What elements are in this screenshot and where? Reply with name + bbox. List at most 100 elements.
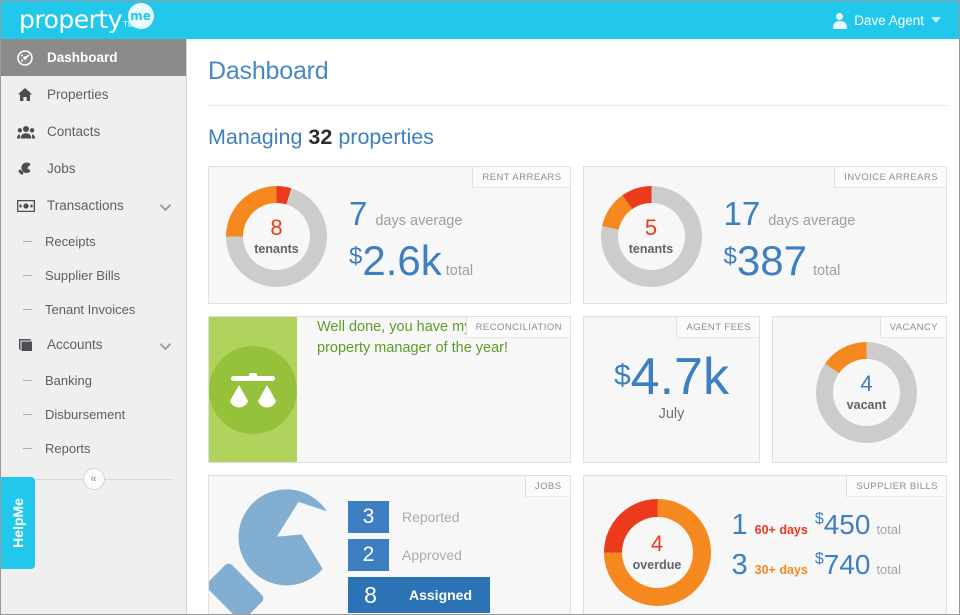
sidebar-subitem-banking[interactable]: Banking: [1, 363, 186, 397]
days-value: 17: [723, 195, 761, 232]
rent-arrears-donut: 8 tenants: [226, 186, 327, 287]
days-label: days average: [375, 213, 463, 229]
card-badge: JOBS: [524, 476, 570, 497]
sidebar-item-properties[interactable]: Properties: [1, 76, 186, 113]
bills-count: 1: [731, 509, 748, 541]
card-badge: SUPPLIER BILLS: [846, 476, 946, 497]
reconciliation-message: Well done, you have my vote for property…: [317, 319, 524, 357]
jobs-rows: 3 Reported 2 Approved 8 Assigned: [348, 501, 491, 614]
bullet-dash-icon: [23, 379, 32, 381]
collapse-left-icon[interactable]: «: [82, 468, 105, 490]
sidebar-item-transactions[interactable]: Transactions: [1, 187, 186, 224]
card-agent-fees[interactable]: AGENT FEES $ 4.7k July: [582, 316, 760, 463]
supplier-bills-lines: 1 60+ days $450 total 3 30+ days $740 to…: [732, 509, 902, 589]
sidebar-subitem-supplier-bills[interactable]: Supplier Bills: [1, 258, 186, 292]
sidebar-subitem-label: Tenant Invoices: [45, 301, 136, 317]
sidebar-item-accounts[interactable]: Accounts: [1, 326, 186, 363]
money-icon: [17, 199, 39, 212]
brand-logo[interactable]: property TM me: [1, 1, 154, 39]
total-label: total: [812, 263, 841, 279]
currency-symbol: $: [613, 359, 631, 392]
rent-arrears-stats: 7 days average $ 2.6k total: [349, 195, 473, 285]
card-invoice-arrears[interactable]: INVOICE ARREARS 5 tenants 17 days averag…: [582, 166, 947, 304]
jobs-count: 3: [348, 501, 389, 533]
sidebar-collapse-row: «: [15, 467, 172, 491]
card-jobs[interactable]: JOBS 3 Reported 2 Approved 8 Assigned: [208, 475, 571, 614]
sidebar-item-contacts[interactable]: Contacts: [1, 113, 186, 150]
invoice-arrears-donut: 5 tenants: [600, 186, 702, 287]
currency-symbol: $: [723, 243, 737, 270]
sidebar-subitem-receipts[interactable]: Receipts: [1, 224, 186, 258]
card-badge: INVOICE ARREARS: [834, 167, 946, 188]
days-value: 7: [349, 195, 368, 232]
card-supplier-bills[interactable]: SUPPLIER BILLS 4 overdue 1 60+ days $450…: [582, 475, 947, 614]
card-badge: RENT ARREARS: [472, 167, 570, 188]
managing-suffix: properties: [338, 125, 434, 149]
bullet-dash-icon: [23, 274, 32, 276]
sidebar-item-jobs[interactable]: Jobs: [1, 150, 186, 187]
fees-period: July: [658, 406, 685, 423]
sidebar-subitem-tenant-invoices[interactable]: Tenant Invoices: [1, 292, 186, 326]
user-icon: [832, 12, 847, 29]
days-label: days average: [768, 213, 856, 229]
managing-heading: Managing 32 properties: [208, 125, 947, 150]
people-icon: [17, 125, 39, 139]
sidebar-subitem-label: Receipts: [45, 233, 96, 249]
top-bar: property TM me Dave Agent: [1, 1, 959, 39]
logo-badge: me: [127, 3, 154, 29]
supplier-bills-line: 3 30+ days $740 total: [732, 549, 902, 582]
donut-label: tenants: [254, 242, 299, 256]
card-badge: VACANCY: [879, 317, 947, 338]
card-rent-arrears[interactable]: RENT ARREARS 8 tenants 7 days average $ …: [208, 166, 571, 304]
bills-amount: $740: [815, 549, 871, 581]
scales-balance-icon: [209, 345, 297, 434]
sidebar-subitem-label: Banking: [45, 372, 92, 388]
card-row: RECONCILIATION Well done, you have my vo…: [208, 316, 948, 463]
divider: [208, 105, 947, 106]
helpme-label: HelpMe: [10, 498, 27, 548]
amount-value: 740: [823, 549, 871, 580]
user-name-label: Dave Agent: [854, 12, 924, 28]
sidebar-subitem-reports[interactable]: Reports: [1, 431, 186, 465]
bills-age: 60+ days: [754, 523, 808, 537]
currency-symbol: $: [814, 550, 824, 568]
sidebar-item-dashboard[interactable]: Dashboard: [1, 39, 186, 76]
sidebar-item-label: Transactions: [47, 198, 124, 213]
logo-text: property: [19, 5, 123, 34]
caret-down-icon: [931, 17, 941, 23]
total-label: total: [876, 522, 902, 537]
supplier-bills-donut: 4 overdue: [603, 499, 711, 606]
vacancy-donut: 4 vacant: [815, 342, 917, 443]
sidebar-item-label: Contacts: [47, 124, 101, 139]
user-menu[interactable]: Dave Agent: [832, 12, 959, 29]
helpme-tab[interactable]: HelpMe: [1, 477, 35, 569]
card-badge: AGENT FEES: [676, 317, 759, 338]
fees-amount: 4.7k: [630, 348, 729, 406]
card-vacancy[interactable]: VACANCY 4 vacant: [771, 316, 948, 463]
chevron-down-icon: [159, 199, 172, 211]
sidebar-item-label: Dashboard: [47, 50, 118, 65]
book-icon: [17, 338, 39, 352]
home-icon: [17, 87, 39, 102]
jobs-row-reported[interactable]: 3 Reported: [348, 501, 490, 533]
sidebar-item-label: Jobs: [47, 161, 76, 176]
jobs-wrench-icon: [208, 479, 352, 614]
donut-value: 4: [650, 531, 664, 556]
currency-symbol: $: [814, 510, 824, 528]
jobs-label: Approved: [402, 547, 462, 563]
reconciliation-icon-panel: [209, 317, 297, 462]
bills-amount: $450: [815, 509, 871, 541]
donut-label: tenants: [628, 242, 674, 256]
currency-symbol: $: [349, 243, 363, 270]
sidebar-subitem-disbursement[interactable]: Disbursement: [1, 397, 186, 431]
bullet-dash-icon: [23, 413, 32, 415]
jobs-row-assigned[interactable]: 8 Assigned: [348, 577, 491, 613]
total-value: 387: [736, 237, 807, 284]
card-reconciliation[interactable]: RECONCILIATION Well done, you have my vo…: [208, 316, 571, 463]
managing-prefix: Managing: [208, 125, 303, 149]
jobs-row-approved[interactable]: 2 Approved: [348, 539, 490, 571]
total-label: total: [445, 263, 474, 279]
dashboard-card-grid: RENT ARREARS 8 tenants 7 days average $ …: [208, 166, 948, 614]
agent-fees-value: $ 4.7k July: [584, 348, 759, 423]
jobs-label: Assigned: [393, 577, 491, 613]
